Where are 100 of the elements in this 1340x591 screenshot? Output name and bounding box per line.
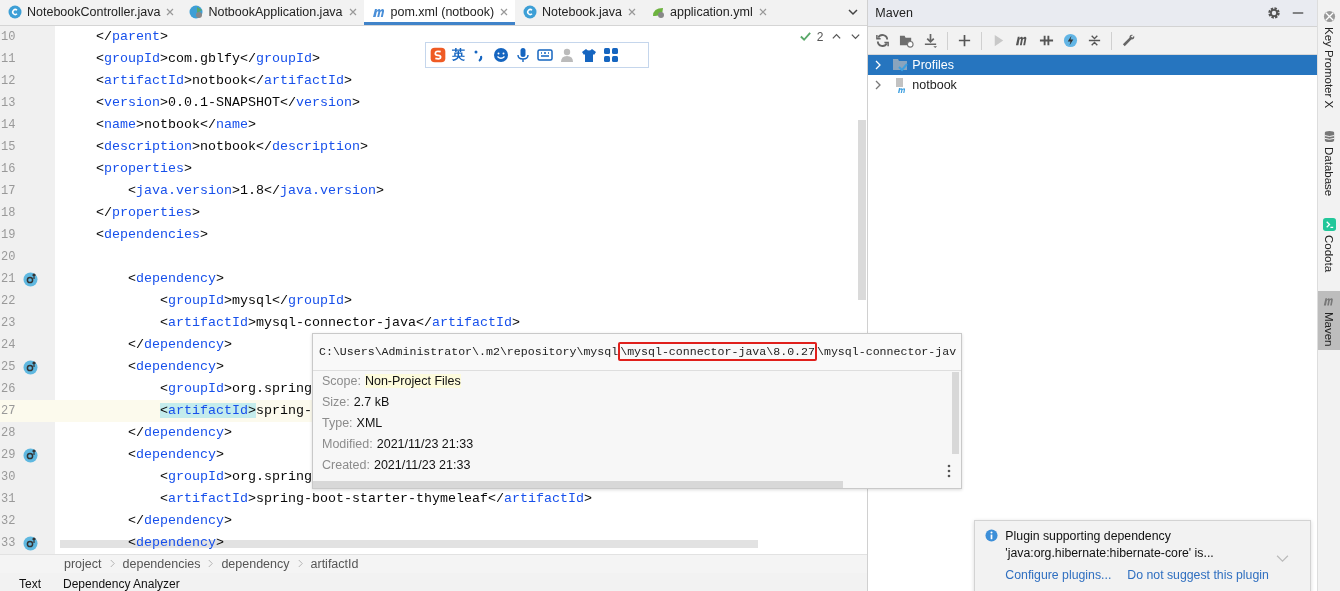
inspection-count[interactable]: 2 xyxy=(816,29,824,44)
grid-icon[interactable] xyxy=(603,46,619,63)
editor-tab[interactable]: NotebookController.java xyxy=(0,0,182,25)
code-line: <name>notbook</name> xyxy=(95,117,256,133)
line-number: 12 xyxy=(0,73,17,88)
property-label: Size: xyxy=(322,395,350,410)
tree-item[interactable]: notbook xyxy=(868,75,1318,95)
editor-mode-tab[interactable]: Dependency Analyzer xyxy=(63,577,180,591)
notification-link[interactable]: Do not suggest this plugin xyxy=(1127,568,1269,582)
line-number: 30 xyxy=(0,469,17,484)
editor-tab[interactable]: pom.xml (notbook) xyxy=(363,0,516,25)
codota-icon xyxy=(1322,218,1336,232)
breadcrumb-item[interactable]: project xyxy=(64,556,102,571)
code-line: <java.version>1.8</java.version> xyxy=(127,183,384,199)
breadcrumb-item[interactable]: artifactId xyxy=(310,556,359,571)
close-icon[interactable] xyxy=(757,7,768,18)
property-label: Modified: xyxy=(322,437,373,452)
code-line: <artifactId>spring-boot-starter-thymeleaf</artifactId> xyxy=(159,491,592,507)
scrollbar-thumb[interactable] xyxy=(313,480,843,488)
code-line: <dependency> xyxy=(127,271,224,287)
wrench-icon[interactable] xyxy=(1121,33,1137,48)
property-label: Scope: xyxy=(322,374,361,389)
line-number: 32 xyxy=(0,513,17,528)
override-icon[interactable] xyxy=(23,358,39,375)
breadcrumb-item[interactable]: dependency xyxy=(221,556,290,571)
code-line: <description>notbook</description> xyxy=(95,139,368,155)
line-number: 29 xyxy=(0,447,17,462)
notification-message: Plugin supporting dependency 'java:org.hibernate:hibernate-core' is... xyxy=(1005,528,1215,562)
line-number: 11 xyxy=(0,51,17,66)
code-line: <groupId>mysql</groupId> xyxy=(159,293,352,309)
microphone-icon[interactable] xyxy=(515,46,531,63)
close-icon[interactable] xyxy=(499,7,510,18)
line-number: 18 xyxy=(0,205,17,220)
panel-title: Maven xyxy=(875,6,914,20)
code-line: </dependency> xyxy=(127,425,232,441)
tree-item[interactable]: Profiles xyxy=(868,55,1318,75)
code-line: <dependencies> xyxy=(95,227,208,243)
override-icon[interactable] xyxy=(23,534,39,551)
scrollbar-thumb[interactable] xyxy=(60,539,758,548)
folder-icon xyxy=(892,57,909,73)
smiley-icon[interactable] xyxy=(493,46,509,63)
language-toggle[interactable]: 英 xyxy=(452,45,465,64)
property-value: XML xyxy=(356,416,383,431)
file-path: C:\Users\Administrator\.m2\repository\mysql \mysql-connector-java\8.0.27 \mysql-connector-jav xyxy=(313,333,961,371)
code-line: </properties> xyxy=(95,205,200,221)
code-line: <properties> xyxy=(95,161,192,177)
scrollbar-thumb[interactable] xyxy=(952,371,959,454)
line-number: 23 xyxy=(0,315,17,330)
tool-window-tab[interactable]: Maven xyxy=(1318,290,1340,351)
keyboard-icon[interactable] xyxy=(537,46,553,63)
collapse-icon[interactable] xyxy=(1087,33,1103,48)
override-icon[interactable] xyxy=(23,270,39,287)
tool-window-tab[interactable]: Key Promoter X xyxy=(1318,6,1340,113)
tool-window-tab[interactable]: Codota xyxy=(1318,214,1340,277)
editor-mode-tab[interactable]: Text xyxy=(19,577,41,591)
property-value: Non-Project Files xyxy=(364,374,461,389)
close-icon[interactable] xyxy=(165,7,176,18)
editor-tab[interactable]: NotbookApplication.java xyxy=(181,0,364,25)
close-icon[interactable] xyxy=(347,7,358,18)
code-line: <dependency> xyxy=(127,535,224,551)
line-number: 28 xyxy=(0,425,17,440)
scrollbar-thumb[interactable] xyxy=(858,119,866,300)
leaf-icon xyxy=(651,5,665,20)
more-icon[interactable] xyxy=(947,463,951,478)
database-icon xyxy=(1322,130,1336,144)
line-number: 10 xyxy=(0,29,17,44)
add-icon[interactable] xyxy=(957,33,973,48)
code-line: <groupId>org.spring xyxy=(159,381,312,397)
line-number: 20 xyxy=(0,249,17,264)
line-number: 14 xyxy=(0,117,17,132)
lightning-icon[interactable] xyxy=(1063,33,1079,48)
line-number: 22 xyxy=(0,293,17,308)
editor-tab[interactable]: application.yml xyxy=(643,0,774,25)
shirt-icon[interactable] xyxy=(581,46,597,63)
code-line: <artifactId>spring- xyxy=(158,403,312,419)
code-line: <dependency> xyxy=(127,447,224,463)
tool-window-tab[interactable]: Database xyxy=(1318,126,1340,201)
code-line: <groupId>com.gblfy</groupId> xyxy=(95,51,320,67)
property-value: 2021/11/23 21:33 xyxy=(373,458,471,473)
folder-icon[interactable] xyxy=(899,33,915,48)
line-number: 33 xyxy=(0,535,17,550)
line-number: 27 xyxy=(0,403,17,418)
line-number: 13 xyxy=(0,95,17,110)
editor-tab[interactable]: Notebook.java xyxy=(515,0,643,25)
close-icon[interactable] xyxy=(627,7,637,18)
code-line: <groupId>org.spring xyxy=(159,469,312,485)
override-icon[interactable] xyxy=(23,446,39,463)
notification-link[interactable]: Configure plugins... xyxy=(1005,568,1112,582)
refresh-icon[interactable] xyxy=(875,33,891,48)
breadcrumb-item[interactable]: dependencies xyxy=(122,556,201,571)
line-number: 21 xyxy=(0,271,17,286)
chevron-right-icon xyxy=(108,559,116,569)
line-number: 17 xyxy=(0,183,17,198)
toggle-offline-icon[interactable] xyxy=(1039,33,1055,48)
info-icon xyxy=(985,529,999,542)
property-value: 2.7 kB xyxy=(353,395,390,410)
download-icon[interactable] xyxy=(923,33,939,48)
line-number: 16 xyxy=(0,161,17,176)
code-line: </dependency> xyxy=(127,337,232,353)
settings-icon[interactable] xyxy=(1267,6,1282,20)
